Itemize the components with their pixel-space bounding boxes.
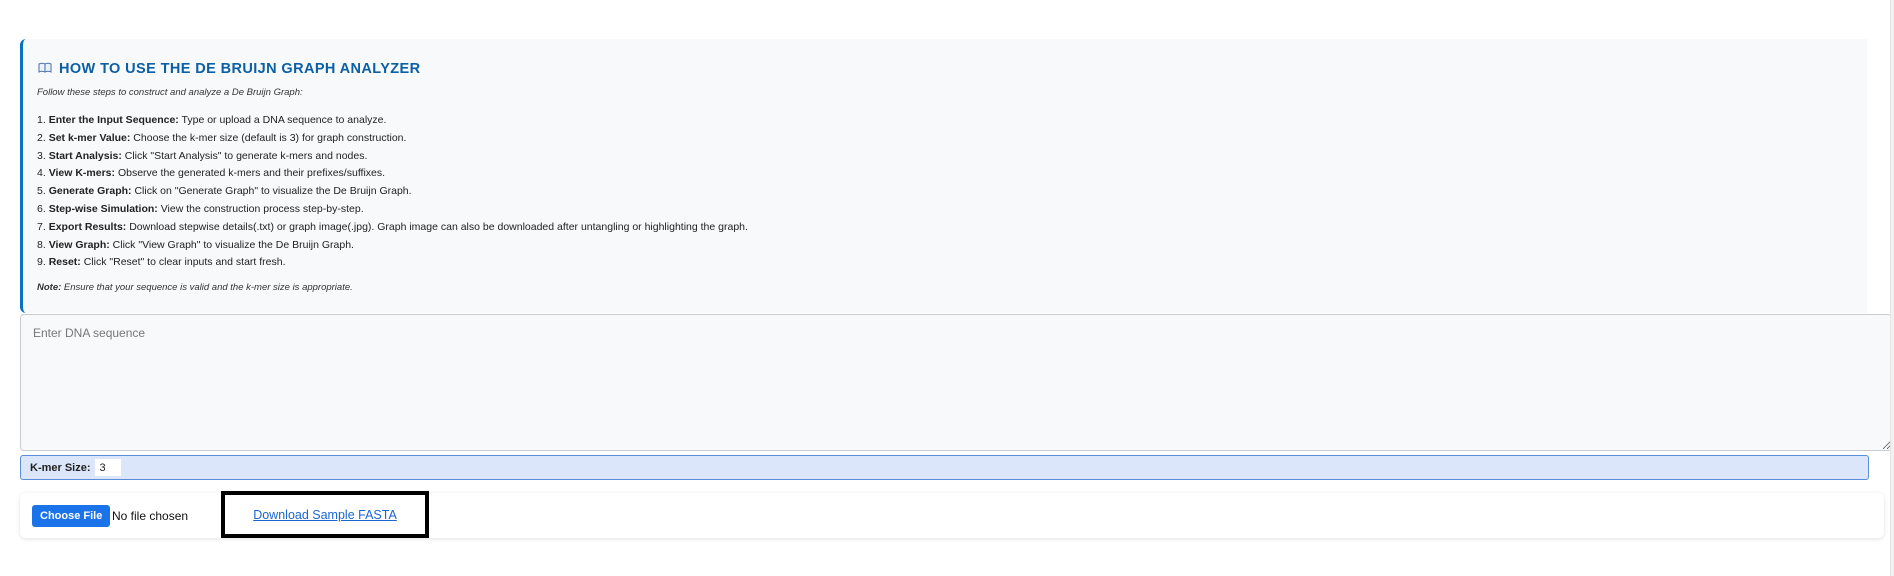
download-sample-box: Download Sample FASTA (221, 491, 429, 538)
instructions-intro: Follow these steps to construct and anal… (37, 87, 303, 98)
step-item: 1. Enter the Input Sequence: Type or upl… (37, 112, 1867, 130)
step-item: 6. Step-wise Simulation: View the constr… (37, 201, 1867, 219)
dna-sequence-input[interactable] (20, 314, 1892, 451)
step-label: Generate Graph: (48, 185, 132, 198)
step-text: Observe the generated k-mers and their p… (115, 167, 386, 180)
step-number: 9. (37, 256, 49, 269)
note-label: Note: (37, 282, 62, 294)
open-book-icon (37, 62, 53, 76)
step-number: 7. (37, 220, 49, 233)
step-text: Choose the k-mer size (default is 3) for… (130, 131, 407, 144)
step-number: 1. (37, 114, 49, 126)
step-number: 6. (37, 202, 49, 215)
step-label: Set k-mer Value: (48, 131, 131, 144)
step-text: Click "View Graph" to visualize the De B… (109, 238, 354, 251)
kmer-size-input[interactable] (94, 459, 121, 476)
step-number: 4. (37, 167, 49, 180)
steps-list: 1. Enter the Input Sequence: Type or upl… (37, 112, 1867, 272)
step-number: 5. (37, 185, 49, 198)
step-label: Enter the Input Sequence: (48, 114, 179, 126)
step-text: Click "Start Analysis" to generate k-mer… (121, 149, 368, 162)
step-item: 4. View K-mers: Observe the generated k-… (37, 165, 1867, 183)
file-status-text: No file chosen (112, 509, 189, 523)
step-text: Click on "Generate Graph" to visualize t… (131, 185, 412, 198)
step-item: 8. View Graph: Click "View Graph" to vis… (37, 237, 1867, 255)
step-label: Reset: (48, 256, 81, 269)
step-text: Type or upload a DNA sequence to analyze… (178, 114, 387, 126)
step-number: 2. (37, 131, 49, 144)
instructions-title: HOW TO USE THE DE BRUIJN GRAPH ANALYZER (37, 61, 1867, 77)
step-label: View K-mers: (48, 167, 116, 180)
page-scrollbar[interactable] (1890, 0, 1894, 576)
kmer-size-label: K-mer Size: (30, 461, 91, 474)
step-item: 5. Generate Graph: Click on "Generate Gr… (37, 183, 1867, 201)
download-sample-fasta-link[interactable]: Download Sample FASTA (253, 508, 397, 522)
kmer-size-row: K-mer Size: (20, 455, 1869, 480)
instructions-title-text: HOW TO USE THE DE BRUIJN GRAPH ANALYZER (59, 61, 421, 77)
step-item: 9. Reset: Click "Reset" to clear inputs … (37, 254, 1867, 272)
step-item: 2. Set k-mer Value: Choose the k-mer siz… (37, 130, 1867, 148)
step-text: Download stepwise details(.txt) or graph… (126, 220, 748, 233)
step-number: 3. (37, 149, 49, 162)
step-label: Export Results: (48, 220, 127, 233)
step-label: Start Analysis: (48, 149, 122, 162)
choose-file-button[interactable]: Choose File (32, 505, 111, 527)
step-item: 3. Start Analysis: Click "Start Analysis… (37, 148, 1867, 166)
note-text: Ensure that your sequence is valid and t… (61, 282, 353, 294)
step-label: View Graph: (48, 238, 110, 251)
step-item: 7. Export Results: Download stepwise det… (37, 219, 1867, 237)
step-text: View the construction process step-by-st… (157, 202, 364, 215)
step-label: Step-wise Simulation: (48, 202, 158, 215)
note: Note: Ensure that your sequence is valid… (37, 282, 1867, 293)
instructions-panel: HOW TO USE THE DE BRUIJN GRAPH ANALYZER … (20, 39, 1867, 313)
step-text: Click "Reset" to clear inputs and start … (80, 256, 286, 269)
step-number: 8. (37, 238, 49, 251)
